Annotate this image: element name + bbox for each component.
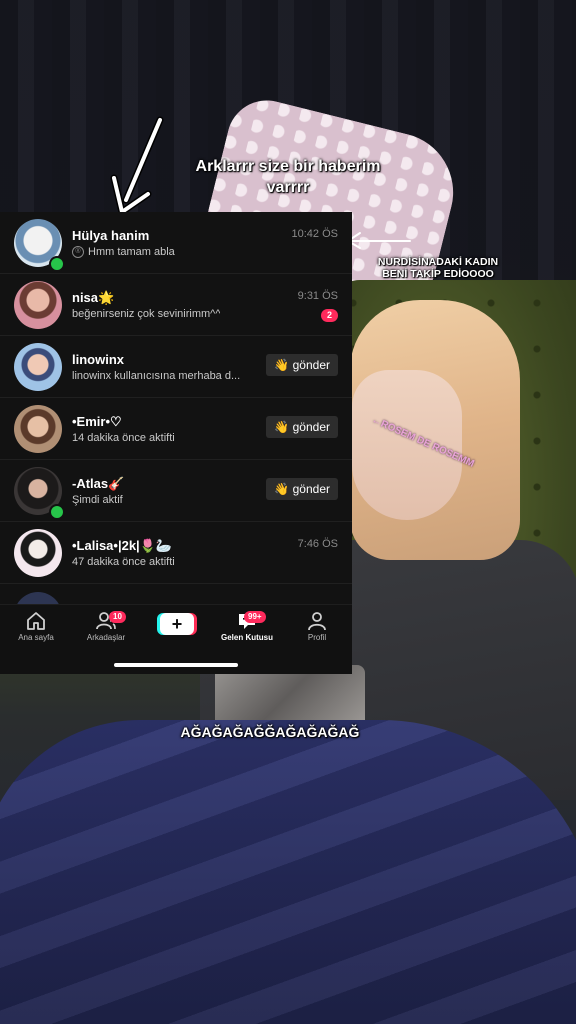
message-time: 7:46 ÖS: [297, 538, 338, 550]
profile-icon: [308, 612, 326, 631]
right-caption-line1: NURDİSİNADAKİ KADIN: [377, 256, 499, 268]
unread-badge: 2: [321, 309, 338, 322]
tab-profile-label: Profil: [307, 633, 327, 642]
face: [352, 370, 462, 520]
right-caption: NURDİSİNADAKİ KADIN BENİ TAKİP EDİOOOO: [364, 256, 512, 280]
wave-send-button[interactable]: 👋 gönder: [266, 416, 338, 438]
online-dot: [49, 256, 65, 272]
plus-icon: +: [171, 614, 183, 634]
inbox-panel: Hülya hanim ® Hmm tamam abla 10:42 ÖS nis…: [0, 212, 352, 674]
contact-name: nisa🌟: [72, 290, 115, 305]
avatar[interactable]: [14, 281, 62, 329]
message-time: 10:42 ÖS: [291, 228, 338, 240]
tab-inbox-label: Gelen Kutusu: [220, 633, 273, 642]
message-list[interactable]: Hülya hanim ® Hmm tamam abla 10:42 ÖS nis…: [0, 212, 352, 604]
home-icon: [27, 612, 45, 630]
list-item[interactable]: Hülya hanim ® Hmm tamam abla 10:42 ÖS: [0, 212, 352, 274]
top-caption-line1: Arklarrr size bir haberim: [195, 158, 381, 175]
contact-name: linowinx: [72, 352, 124, 367]
tab-profile[interactable]: Profil: [282, 611, 352, 642]
list-item[interactable]: •Lalisa•|2k|🌷🦢 47 dakika önce aktifti 7:…: [0, 522, 352, 584]
list-item[interactable]: nisa🌟 beğenirseniz çok sevinirimm^^ 9:31…: [0, 274, 352, 336]
bottom-caption: AĞAĞAĞAĞĞAĞAĞAĞAĞ: [180, 724, 360, 740]
wave-send-button[interactable]: 👋 gönder: [266, 478, 338, 500]
message-preview: ® Hmm tamam abla: [72, 246, 175, 259]
avatar[interactable]: [14, 529, 62, 577]
message-preview: Şimdi aktif: [72, 494, 123, 506]
list-item[interactable]: [0, 584, 352, 604]
wave-send-button[interactable]: 👋 gönder: [266, 354, 338, 376]
avatar[interactable]: [14, 592, 62, 604]
top-caption: Arklarrr size bir haberim varrrr: [180, 156, 396, 198]
contact-name: -Atlas🎸: [72, 476, 125, 491]
message-preview: 14 dakika önce aktifti: [72, 432, 175, 444]
contact-name: •Lalisa•|2k|🌷🦢: [72, 538, 173, 553]
avatar[interactable]: [14, 343, 62, 391]
create-button[interactable]: +: [160, 613, 194, 635]
tab-inbox[interactable]: Gelen Kutusu 99+: [212, 611, 282, 642]
tab-home-label: Ana sayfa: [18, 633, 54, 642]
message-preview-text: Hmm tamam abla: [88, 246, 175, 258]
arrow-left-icon: [347, 232, 411, 249]
bottom-tab-bar: Ana sayfa Arkadaşlar 10 + Gelen Kutusu 9…: [0, 604, 352, 674]
right-caption-line2: BENİ TAKİP EDİOOOO: [382, 268, 494, 280]
top-caption-line2: varrrr: [266, 179, 310, 196]
message-preview: 47 dakika önce aktifti: [72, 556, 175, 568]
list-item[interactable]: -Atlas🎸 Şimdi aktif 👋 gönder: [0, 460, 352, 522]
message-preview: beğenirseniz çok sevinirimm^^: [72, 308, 221, 320]
avatar[interactable]: [14, 405, 62, 453]
list-item[interactable]: linowinx linowinx kullanıcısına merhaba …: [0, 336, 352, 398]
friends-badge: 10: [109, 611, 126, 623]
message-preview: linowinx kullanıcısına merhaba d...: [72, 370, 241, 382]
contact-name: •Emir•♡: [72, 414, 122, 429]
seen-icon: ®: [72, 246, 84, 259]
inbox-badge: 99+: [244, 611, 266, 623]
arrow-down-icon: [110, 116, 164, 216]
list-item[interactable]: •Emir•♡ 14 dakika önce aktifti 👋 gönder: [0, 398, 352, 460]
tab-friends-label: Arkadaşlar: [86, 633, 126, 642]
contact-name: Hülya hanim: [72, 228, 150, 243]
message-time: 9:31 ÖS: [297, 290, 338, 302]
tab-home[interactable]: Ana sayfa: [1, 611, 71, 642]
home-indicator[interactable]: [114, 663, 238, 667]
online-dot: [49, 504, 65, 520]
blanket: [0, 720, 576, 1024]
tab-friends[interactable]: Arkadaşlar 10: [71, 611, 141, 642]
